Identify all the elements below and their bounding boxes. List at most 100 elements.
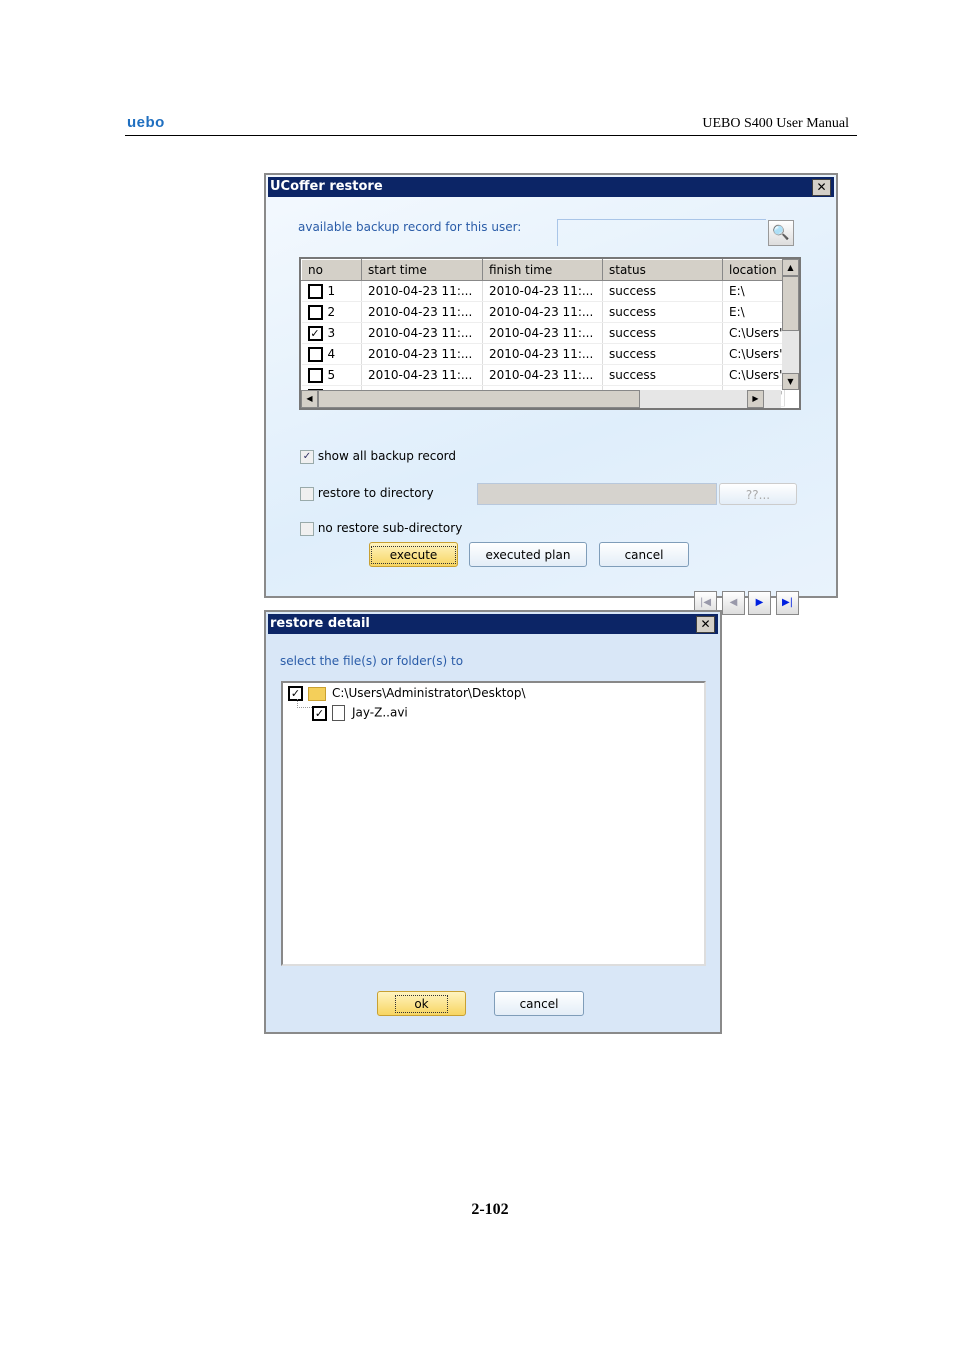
checkbox-checked[interactable]: ✓: [300, 449, 314, 464]
browse-button[interactable]: ??...: [719, 483, 797, 505]
execute-button[interactable]: execute: [369, 542, 458, 567]
file-icon: [332, 705, 345, 721]
select-files-label: select the file(s) or folder(s) to: [280, 654, 464, 668]
finish-time-cell: 2010-04-23 11:...: [482, 301, 603, 323]
cancel-button[interactable]: cancel: [599, 542, 689, 567]
ok-button[interactable]: ok: [377, 991, 466, 1016]
horizontal-scroll-thumb[interactable]: [318, 390, 640, 408]
header-divider: [125, 135, 857, 136]
status-cell: success: [602, 280, 723, 302]
start-time-cell: 2010-04-23 11:...: [361, 301, 483, 323]
row-no[interactable]: 2: [301, 301, 362, 323]
cancel-button[interactable]: cancel: [494, 991, 584, 1016]
row-no[interactable]: ✓ 3: [301, 322, 362, 344]
magnifier-icon: 🔍: [772, 225, 790, 241]
manual-title: UEBO S400 User Manual: [702, 116, 849, 131]
scroll-down-arrow-icon[interactable]: ▼: [782, 373, 799, 390]
uebo-logo: uebo: [127, 114, 165, 131]
finish-time-cell: 2010-04-23 11:...: [482, 322, 603, 344]
start-time-cell: 2010-04-23 11:...: [361, 322, 483, 344]
checkbox-checked[interactable]: ✓: [307, 325, 323, 341]
column-header-no[interactable]: no: [301, 259, 362, 281]
execute-label: execute: [370, 546, 457, 564]
column-header-status[interactable]: status: [602, 259, 723, 281]
dialog-title: UCoffer restore: [270, 179, 383, 194]
checkbox-unchecked[interactable]: [300, 486, 314, 501]
horizontal-scrollbar[interactable]: ◀ ▶: [301, 390, 781, 408]
scroll-left-arrow-icon[interactable]: ◀: [301, 390, 318, 408]
row-number: 2: [327, 304, 336, 319]
previous-page-icon: ◀: [729, 597, 738, 608]
close-button[interactable]: ✕: [696, 616, 715, 633]
show-all-checkbox[interactable]: ✓ show all backup record: [300, 449, 456, 464]
vertical-scroll-thumb[interactable]: [782, 276, 799, 331]
row-no[interactable]: 1: [301, 280, 362, 302]
show-all-label: show all backup record: [317, 449, 457, 463]
start-time-cell: 2010-04-23 11:...: [361, 343, 483, 365]
row-number: 3: [327, 325, 336, 340]
checkbox-checked[interactable]: ✓: [312, 705, 327, 721]
status-cell: success: [602, 301, 723, 323]
folder-label: C:\Users\Administrator\Desktop\: [332, 686, 526, 700]
last-page-button[interactable]: ▶|: [776, 591, 799, 615]
backup-table: no start time finish time status locatio…: [299, 257, 801, 410]
next-page-button[interactable]: ▶: [748, 591, 771, 615]
page-number: 2-102: [471, 1201, 509, 1218]
location-cell: E:\: [722, 280, 785, 302]
checkbox-unchecked[interactable]: [307, 304, 323, 320]
table-row[interactable]: 4 2010-04-23 11:... 2010-04-23 11:... su…: [301, 343, 785, 365]
tree-node-file[interactable]: ✓ Jay-Z..avi: [312, 705, 408, 721]
location-cell: C:\Users': [722, 322, 785, 344]
finish-time-cell: 2010-04-23 11:...: [482, 343, 603, 365]
table-row[interactable]: 2 2010-04-23 11:... 2010-04-23 11:... su…: [301, 301, 785, 323]
title-bar: restore detail ✕: [268, 614, 718, 634]
file-label: Jay-Z..avi: [352, 705, 408, 720]
no-subdirectory-checkbox[interactable]: no restore sub-directory: [300, 521, 462, 536]
restore-to-directory-checkbox[interactable]: restore to directory: [300, 486, 434, 501]
vertical-scrollbar[interactable]: ▲ ▼: [782, 259, 799, 390]
next-page-icon: ▶: [755, 597, 764, 608]
search-button[interactable]: 🔍: [768, 220, 794, 246]
executed-plan-button[interactable]: executed plan: [469, 542, 587, 567]
checkbox-unchecked[interactable]: [307, 367, 323, 383]
checkbox-unchecked[interactable]: [300, 521, 314, 536]
table-row[interactable]: 1 2010-04-23 11:... 2010-04-23 11:... su…: [301, 280, 785, 302]
status-cell: success: [602, 322, 723, 344]
restore-detail-dialog: restore detail ✕ select the file(s) or f…: [264, 610, 722, 1034]
finish-time-cell: 2010-04-23 11:...: [482, 280, 603, 302]
ok-label: ok: [395, 995, 448, 1013]
table-row[interactable]: ✓ 3 2010-04-23 11:... 2010-04-23 11:... s…: [301, 322, 785, 344]
first-page-icon: |◀: [699, 597, 712, 608]
row-no[interactable]: 4: [301, 343, 362, 365]
restore-to-directory-label: restore to directory: [317, 486, 434, 500]
checkbox-unchecked[interactable]: [307, 283, 323, 299]
table-row[interactable]: 5 2010-04-23 11:... 2010-04-23 11:... su…: [301, 364, 785, 386]
status-cell: success: [602, 343, 723, 365]
row-number: 1: [327, 283, 336, 298]
dialog-title: restore detail: [270, 616, 370, 631]
search-input[interactable]: [557, 219, 766, 246]
previous-page-button[interactable]: ◀: [722, 591, 745, 615]
location-cell: C:\Users': [722, 343, 785, 365]
title-bar: UCoffer restore ✕: [268, 177, 834, 197]
close-button[interactable]: ✕: [812, 179, 831, 196]
row-number: 4: [327, 346, 336, 361]
directory-input[interactable]: [477, 483, 717, 505]
ucoffer-restore-dialog: UCoffer restore ✕ available backup recor…: [264, 173, 838, 615]
scroll-right-arrow-icon[interactable]: ▶: [747, 390, 764, 408]
start-time-cell: 2010-04-23 11:...: [361, 280, 483, 302]
row-no[interactable]: 5: [301, 364, 362, 386]
location-cell: E:\: [722, 301, 785, 323]
location-cell: C:\Users': [722, 364, 785, 386]
tree-node-folder[interactable]: ✓ C:\Users\Administrator\Desktop\: [288, 686, 526, 701]
backup-record-label: available backup record for this user:: [298, 220, 522, 234]
status-cell: success: [602, 364, 723, 386]
column-header-finish-time[interactable]: finish time: [482, 259, 603, 281]
no-subdirectory-label: no restore sub-directory: [317, 521, 463, 535]
last-page-icon: ▶|: [781, 597, 794, 608]
checkbox-unchecked[interactable]: [307, 346, 323, 362]
column-header-location[interactable]: location: [722, 259, 785, 281]
finish-time-cell: 2010-04-23 11:...: [482, 364, 603, 386]
column-header-start-time[interactable]: start time: [361, 259, 483, 281]
scroll-up-arrow-icon[interactable]: ▲: [782, 259, 799, 276]
